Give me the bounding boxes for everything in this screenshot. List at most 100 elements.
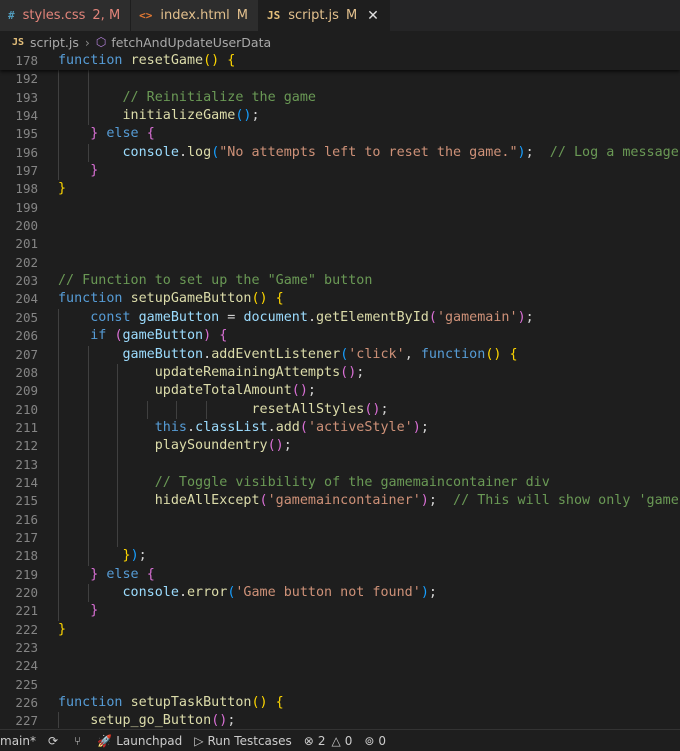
tab-script-js[interactable]: JS script.js M ✕ xyxy=(258,0,390,31)
code-text: this.classList.add('activeStyle'); xyxy=(38,418,680,438)
source-control-button[interactable]: ⑂ xyxy=(74,734,85,748)
code-line[interactable]: 194 initializeGame(); xyxy=(0,107,680,126)
line-number: 226 xyxy=(15,695,38,711)
code-line[interactable]: 200 xyxy=(0,217,680,235)
code-line[interactable]: 210 resetAllStyles(); xyxy=(0,400,680,419)
line-number: 210 xyxy=(15,401,38,417)
tab-styles-css[interactable]: # styles.css 2, M xyxy=(0,0,132,31)
line-number: 215 xyxy=(15,493,38,509)
code-line[interactable]: 218 }); xyxy=(0,547,680,566)
sync-button[interactable]: ⟳ xyxy=(48,734,62,748)
code-line[interactable]: 192 xyxy=(0,70,680,89)
line-number: 197 xyxy=(15,163,38,179)
code-line[interactable]: 214 // Toggle visibility of the gamemain… xyxy=(0,473,680,493)
code-line[interactable]: 215 hideAllExcept('gamemaincontainer'); … xyxy=(0,492,680,511)
code-token: getElementById xyxy=(316,309,429,325)
code-line[interactable]: 227 setup_go_Button(); xyxy=(0,712,680,728)
code-token: { xyxy=(146,126,155,142)
code-line[interactable]: 222} xyxy=(0,621,680,639)
code-token: ) xyxy=(420,493,429,509)
indent-guide xyxy=(87,455,89,474)
code-text: hideAllExcept('gamemaincontainer'); // T… xyxy=(38,492,680,511)
code-token: gameButton xyxy=(58,346,204,362)
code-line[interactable]: 196 console.log("No attempts left to res… xyxy=(0,143,680,163)
breadcrumb-symbol[interactable]: fetchAndUpdateUserData xyxy=(111,35,271,50)
sync-icon: ⟳ xyxy=(47,733,59,748)
indent-guide xyxy=(87,88,89,108)
method-cube-icon: ⬡ xyxy=(95,35,107,49)
run-testcases-button[interactable]: ▷ Run Testcases xyxy=(194,734,292,748)
code-token: () { xyxy=(251,291,284,307)
code-line[interactable]: 197 } xyxy=(0,162,680,181)
code-line[interactable]: 203 // Function to set up the "Game" butt… xyxy=(0,272,680,290)
indent-guide xyxy=(87,363,89,383)
code-line[interactable]: 178 function resetGame() { xyxy=(0,52,680,71)
tab-index-html[interactable]: <> index.html M xyxy=(131,0,259,31)
code-text: } xyxy=(38,180,680,198)
code-line[interactable]: 223 xyxy=(0,639,680,657)
tab-label: script.js xyxy=(288,8,339,23)
breadcrumb-file[interactable]: script.js xyxy=(30,35,79,50)
code-line[interactable]: 202 xyxy=(0,254,680,272)
code-line[interactable]: 198} xyxy=(0,180,680,198)
code-token: // Toggle visibility of the gamemaincont… xyxy=(58,474,550,490)
line-number: 211 xyxy=(15,419,38,435)
code-line[interactable]: 205 const gameButton = document.getEleme… xyxy=(0,308,680,328)
code-line[interactable]: 209 updateTotalAmount(); xyxy=(0,382,680,401)
code-token: ; xyxy=(227,713,236,728)
code-token: error xyxy=(187,584,228,600)
line-number: 200 xyxy=(15,218,38,234)
code-line[interactable]: 201 xyxy=(0,235,680,253)
code-line[interactable]: 213 xyxy=(0,455,680,474)
code-line[interactable]: 211 this.classList.add('activeStyle'); xyxy=(0,418,680,438)
code-line[interactable]: 207 gameButton.addEventListener('click',… xyxy=(0,345,680,364)
close-icon[interactable]: ✕ xyxy=(367,8,379,24)
ports-indicator[interactable]: ⊚ 0 xyxy=(364,734,386,748)
line-number: 193 xyxy=(15,89,38,105)
indent-guide xyxy=(87,107,89,126)
code-line[interactable]: 221 } xyxy=(0,602,680,621)
code-line[interactable]: 195 } else { xyxy=(0,125,680,144)
code-line[interactable]: 225 xyxy=(0,676,680,694)
code-line[interactable]: 204 function setupGameButton() { xyxy=(0,290,680,308)
code-token: function xyxy=(420,346,486,362)
indent-guide xyxy=(117,400,119,419)
code-line[interactable]: 220 console.error('Game button not found… xyxy=(0,583,680,603)
code-editor[interactable]: 178 function resetGame() {192 193 // Reini… xyxy=(0,52,680,728)
code-token: } xyxy=(58,548,131,564)
code-line[interactable]: 206 if (gameButton) { xyxy=(0,327,680,346)
launchpad-label: Launchpad xyxy=(116,733,183,748)
code-text xyxy=(38,455,680,474)
code-text: } else { xyxy=(38,125,680,144)
run-testcases-label: Run Testcases xyxy=(207,733,292,748)
problems-indicator[interactable]: ⊗ 2 △ 0 xyxy=(304,734,353,748)
indent-guide xyxy=(87,70,89,89)
code-line[interactable]: 193 // Reinitialize the game xyxy=(0,88,680,108)
tab-status: 2, M xyxy=(92,8,121,23)
code-line[interactable]: 224 xyxy=(0,657,680,675)
code-token: () { xyxy=(251,695,284,711)
code-line[interactable]: 212 playSoundentry(); xyxy=(0,437,680,456)
code-token: ) xyxy=(412,419,421,435)
indent-guide xyxy=(58,382,59,401)
code-line[interactable]: 216 xyxy=(0,510,680,529)
line-number: 220 xyxy=(15,584,38,600)
code-line[interactable]: 219 } else { xyxy=(0,565,680,584)
code-token: ( xyxy=(428,309,437,325)
rocket-icon: 🚀 xyxy=(97,733,113,748)
code-token: setupTaskButton xyxy=(130,695,252,711)
code-token: ; xyxy=(138,548,147,564)
code-text: setup_go_Button(); xyxy=(38,712,680,728)
tab-status: M xyxy=(236,8,248,23)
code-line[interactable]: 226 function setupTaskButton() { xyxy=(0,694,680,712)
code-line[interactable]: 217 xyxy=(0,528,680,548)
line-number: 204 xyxy=(15,291,38,307)
code-line[interactable]: 208 updateRemainingAttempts(); xyxy=(0,363,680,383)
launchpad-button[interactable]: 🚀 Launchpad xyxy=(97,734,182,748)
branch-indicator[interactable]: main* xyxy=(0,734,36,748)
code-token: log xyxy=(187,144,212,160)
indent-guide xyxy=(58,712,59,728)
code-line[interactable]: 199 xyxy=(0,199,680,217)
indent-guide xyxy=(58,143,59,163)
